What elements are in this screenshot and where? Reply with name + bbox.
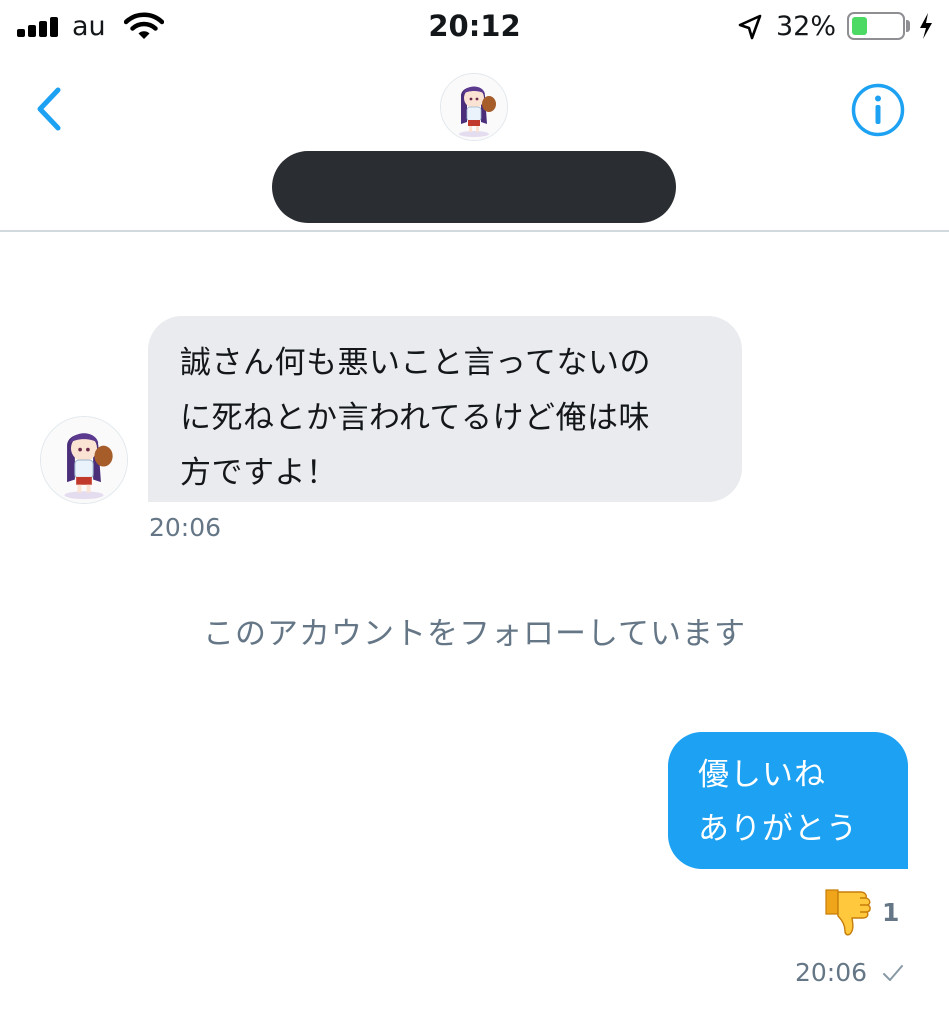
reaction-count: 1	[882, 898, 900, 927]
sender-avatar[interactable]	[40, 416, 128, 504]
header-divider	[0, 230, 949, 232]
header-avatar[interactable]	[440, 73, 508, 141]
thumbs-down-emoji-icon	[825, 889, 871, 936]
battery-icon	[847, 12, 905, 40]
incoming-message-bubble[interactable]: 誠さん何も悪いこと言ってないの に死ねとか言われてるけど俺は味 方ですよ！	[148, 316, 742, 502]
battery-cap	[906, 20, 910, 32]
anime-character-avatar	[41, 417, 127, 503]
info-button[interactable]	[850, 82, 906, 138]
anime-character-avatar	[441, 74, 507, 140]
redacted-username	[272, 151, 676, 223]
conversation-header	[0, 54, 949, 232]
outgoing-message-bubble[interactable]: 優しいね ありがとう	[668, 732, 908, 869]
outgoing-message-time: 20:06	[795, 958, 868, 987]
battery-level-fill	[852, 17, 867, 35]
incoming-message-time: 20:06	[149, 513, 222, 542]
status-bar: au 20:12 32%	[0, 0, 949, 54]
chevron-left-icon	[37, 87, 61, 131]
info-circle-icon	[851, 83, 905, 137]
follow-status-note: このアカウントをフォローしています	[202, 616, 747, 652]
charging-bolt-icon	[920, 13, 932, 39]
checkmark-icon	[883, 965, 903, 981]
battery-percent: 32%	[776, 11, 837, 42]
location-arrow-icon	[738, 14, 762, 40]
back-button[interactable]	[28, 84, 72, 134]
